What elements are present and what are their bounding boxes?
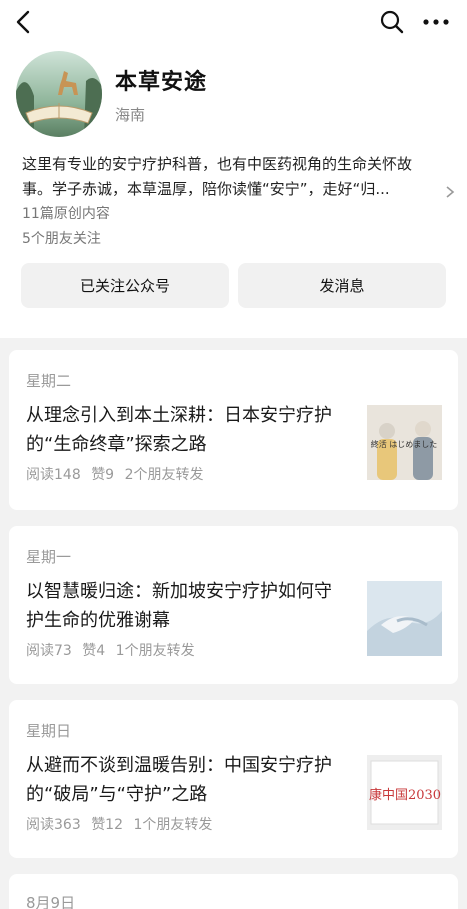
friends-following-count[interactable]: 5个朋友关注 bbox=[22, 228, 101, 248]
article-thumbnail[interactable]: 終活 はじめました bbox=[367, 405, 442, 480]
like-count: 赞9 bbox=[91, 467, 115, 483]
account-name: 本草安途 bbox=[115, 70, 208, 95]
account-region: 海南 bbox=[115, 106, 146, 124]
top-nav-bar bbox=[0, 0, 467, 44]
like-count: 赞4 bbox=[82, 643, 106, 659]
send-message-button[interactable]: 发消息 bbox=[238, 263, 446, 308]
read-count: 阅读363 bbox=[26, 817, 81, 833]
article-day: 8月9日 bbox=[26, 894, 76, 909]
article-meta: 阅读73 赞4 1个朋友转发 bbox=[26, 640, 201, 660]
article-card[interactable]: 星期二 从理念引入到本土深耕：日本安宁疗护的“生命终章”探索之路 阅读148 赞… bbox=[9, 350, 458, 510]
followed-button[interactable]: 已关注公众号 bbox=[21, 263, 229, 308]
article-title[interactable]: 以智慧暖归途：新加坡安宁疗护如何守护生命的优雅谢幕 bbox=[26, 577, 346, 635]
article-day: 星期一 bbox=[26, 548, 72, 566]
read-count: 阅读148 bbox=[26, 467, 81, 483]
article-card[interactable]: 星期日 从避而不谈到温暖告别：中国安宁疗护的“破局”与“守护”之路 阅读363 … bbox=[9, 700, 458, 858]
article-thumbnail[interactable]: 康中国2030 bbox=[367, 755, 442, 830]
share-count: 1个朋友转发 bbox=[133, 817, 213, 833]
more-dots-icon[interactable] bbox=[420, 8, 452, 36]
share-count: 1个朋友转发 bbox=[115, 643, 195, 659]
article-card[interactable]: 星期一 以智慧暖归途：新加坡安宁疗护如何守护生命的优雅谢幕 阅读73 赞4 1个… bbox=[9, 526, 458, 684]
thumbnail-caption: 康中国2030 bbox=[369, 787, 441, 803]
official-account-profile-page: 本草安途 海南 这里有专业的安宁疗护科普，也有中医药视角的生命关怀故 事。学子赤… bbox=[0, 0, 467, 909]
share-count: 2个朋友转发 bbox=[124, 467, 204, 483]
article-meta: 阅读148 赞9 2个朋友转发 bbox=[26, 464, 209, 484]
description-line-2: 事。学子赤诚，本草温厚，陪你读懂“安宁”，走好“归... bbox=[22, 180, 390, 198]
original-content-count[interactable]: 11篇原创内容 bbox=[22, 203, 110, 223]
article-day: 星期二 bbox=[26, 372, 72, 390]
expand-chevron-icon[interactable] bbox=[445, 183, 455, 208]
search-icon[interactable] bbox=[378, 8, 406, 36]
like-count: 赞12 bbox=[91, 817, 124, 833]
article-card[interactable]: 8月9日 bbox=[9, 874, 458, 909]
avatar[interactable] bbox=[16, 51, 102, 137]
account-description[interactable]: 这里有专业的安宁疗护科普，也有中医药视角的生命关怀故 事。学子赤诚，本草温厚，陪… bbox=[22, 152, 455, 202]
article-title[interactable]: 从避而不谈到温暖告别：中国安宁疗护的“破局”与“守护”之路 bbox=[26, 751, 346, 809]
article-meta: 阅读363 赞12 1个朋友转发 bbox=[26, 814, 218, 834]
thumbnail-caption: 終活 はじめました bbox=[371, 439, 438, 449]
description-line-1: 这里有专业的安宁疗护科普，也有中医药视角的生命关怀故 bbox=[22, 155, 413, 173]
back-chevron-icon[interactable] bbox=[12, 8, 38, 36]
article-thumbnail[interactable] bbox=[367, 581, 442, 656]
article-title[interactable]: 从理念引入到本土深耕：日本安宁疗护的“生命终章”探索之路 bbox=[26, 401, 346, 459]
article-day: 星期日 bbox=[26, 722, 72, 740]
read-count: 阅读73 bbox=[26, 643, 72, 659]
